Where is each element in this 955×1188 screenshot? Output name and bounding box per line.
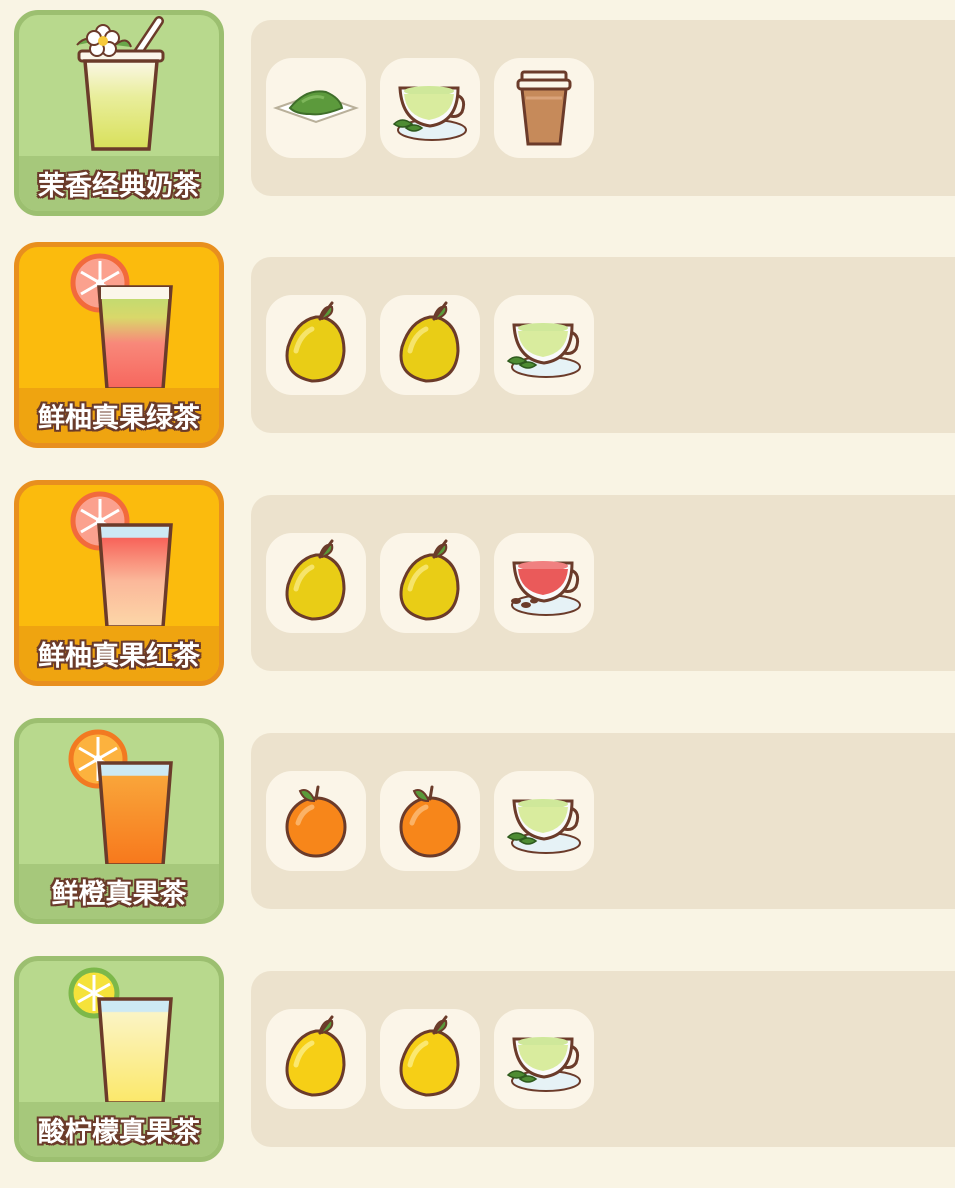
ingredient-slot[interactable] bbox=[380, 1009, 480, 1109]
ingredient-slot[interactable] bbox=[494, 1009, 594, 1109]
drink-name-band: 鲜柚真果绿茶 bbox=[19, 388, 219, 443]
lemon-fruit-tea-icon bbox=[19, 961, 219, 1107]
ingredient-slot[interactable] bbox=[380, 771, 480, 871]
recipe-row: 鲜柚真果红茶 bbox=[0, 480, 955, 690]
milk-tea-cup-icon bbox=[516, 70, 572, 146]
ingredient-slot[interactable] bbox=[494, 295, 594, 395]
drink-card-orange-fruit-tea[interactable]: 鲜橙真果茶 bbox=[14, 718, 224, 924]
green-tea-cup-icon bbox=[392, 86, 467, 141]
ingredient-panel bbox=[251, 971, 955, 1147]
green-tea-cup-icon bbox=[506, 323, 581, 378]
ingredient-slot[interactable] bbox=[266, 1009, 366, 1109]
orange-fruit-tea-icon bbox=[19, 723, 219, 869]
ingredient-slot[interactable] bbox=[266, 58, 366, 158]
ingredient-panel bbox=[251, 733, 955, 909]
jasmine-milk-tea-icon bbox=[19, 15, 219, 161]
matcha-powder-icon bbox=[272, 90, 360, 124]
ingredient-slot[interactable] bbox=[266, 771, 366, 871]
lemon-icon bbox=[399, 1015, 460, 1097]
drink-name-band: 酸柠檬真果茶 bbox=[19, 1102, 219, 1157]
drink-name: 鲜柚真果绿茶 bbox=[38, 403, 200, 434]
ingredient-slot[interactable] bbox=[266, 533, 366, 633]
black-tea-cup-icon bbox=[511, 561, 581, 616]
ingredient-panel bbox=[251, 495, 955, 671]
orange-icon bbox=[399, 785, 461, 858]
recipe-row: 茉香经典奶茶 bbox=[0, 10, 955, 220]
green-tea-cup-icon bbox=[506, 1037, 581, 1092]
drink-card-grapefruit-green-tea[interactable]: 鲜柚真果绿茶 bbox=[14, 242, 224, 448]
green-tea-cup-icon bbox=[506, 799, 581, 854]
ingredient-panel bbox=[251, 20, 955, 196]
drink-card-lemon-fruit-tea[interactable]: 酸柠檬真果茶 bbox=[14, 956, 224, 1162]
drink-name-band: 鲜柚真果红茶 bbox=[19, 626, 219, 681]
pomelo-icon bbox=[399, 301, 460, 383]
recipe-row: 鲜柚真果绿茶 bbox=[0, 242, 955, 452]
lemon-icon bbox=[285, 1015, 346, 1097]
recipe-row: 鲜橙真果茶 bbox=[0, 718, 955, 928]
drink-name-band: 茉香经典奶茶 bbox=[19, 156, 219, 211]
drink-name: 茉香经典奶茶 bbox=[38, 171, 200, 202]
drink-name: 鲜柚真果红茶 bbox=[38, 641, 200, 672]
drink-name: 酸柠檬真果茶 bbox=[38, 1117, 200, 1148]
pomelo-icon bbox=[285, 301, 346, 383]
ingredient-slot[interactable] bbox=[494, 533, 594, 633]
ingredient-panel bbox=[251, 257, 955, 433]
drink-name-band: 鲜橙真果茶 bbox=[19, 864, 219, 919]
ingredient-slot[interactable] bbox=[494, 771, 594, 871]
drink-name: 鲜橙真果茶 bbox=[51, 879, 187, 910]
grapefruit-green-tea-icon bbox=[19, 247, 219, 393]
drink-card-jasmine-milk-tea[interactable]: 茉香经典奶茶 bbox=[14, 10, 224, 216]
ingredient-slot[interactable] bbox=[494, 58, 594, 158]
orange-icon bbox=[285, 785, 347, 858]
recipe-row: 酸柠檬真果茶 bbox=[0, 956, 955, 1166]
ingredient-slot[interactable] bbox=[266, 295, 366, 395]
ingredient-slot[interactable] bbox=[380, 533, 480, 633]
ingredient-slot[interactable] bbox=[380, 295, 480, 395]
pomelo-icon bbox=[399, 539, 460, 621]
grapefruit-black-tea-icon bbox=[19, 485, 219, 631]
drink-card-grapefruit-black-tea[interactable]: 鲜柚真果红茶 bbox=[14, 480, 224, 686]
ingredient-slot[interactable] bbox=[380, 58, 480, 158]
pomelo-icon bbox=[285, 539, 346, 621]
